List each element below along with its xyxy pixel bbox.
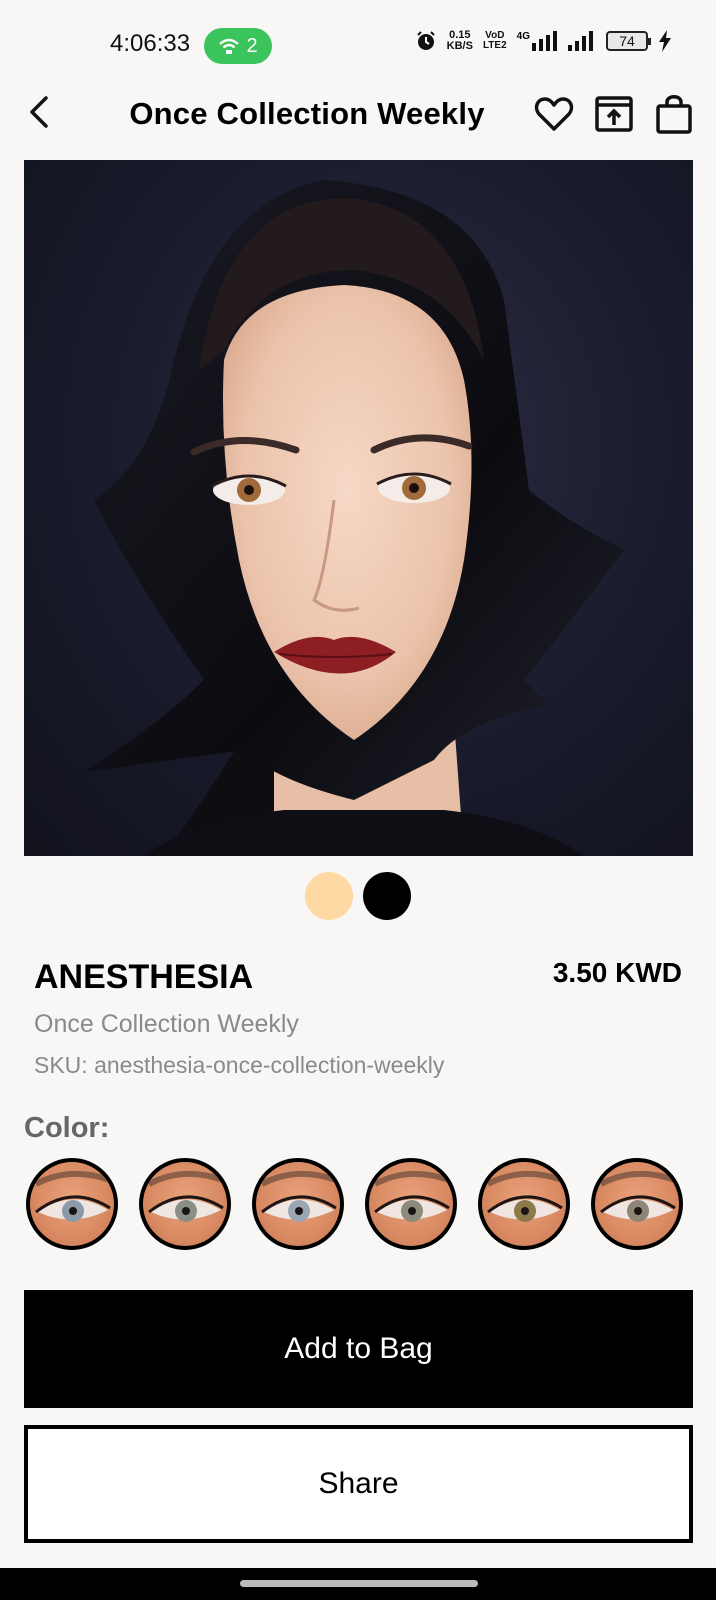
eye-swatch-image (486, 1170, 563, 1222)
color-label: Color: (24, 1112, 110, 1144)
gallery-dot-2[interactable] (363, 872, 411, 920)
charging-icon (659, 30, 671, 52)
eye-swatch-image (147, 1170, 224, 1222)
color-swatch[interactable] (365, 1158, 457, 1250)
product-name: ANESTHESIA (34, 958, 254, 996)
status-icons: 0.15 KB/S VoD LTE2 4G 74 (415, 30, 672, 52)
product-sku: SKU: anesthesia-once-collection-weekly (34, 1052, 445, 1078)
hotspot-count: 2 (246, 34, 258, 57)
heart-icon[interactable] (532, 92, 576, 136)
product-collection: Once Collection Weekly (34, 1010, 299, 1038)
signal-sim1: 4G (517, 31, 558, 51)
color-swatch[interactable] (26, 1158, 118, 1250)
model-portrait-image (84, 180, 624, 856)
network-type: 4G (516, 31, 530, 42)
volte-indicator: VoD LTE2 (483, 31, 507, 51)
hotspot-indicator: 2 (204, 28, 272, 64)
signal-bars-sim2-icon (568, 31, 593, 51)
color-swatch[interactable] (591, 1158, 683, 1250)
alarm-icon (416, 31, 435, 50)
share-button[interactable]: Share (24, 1425, 693, 1543)
gallery-dot-1[interactable] (305, 872, 353, 920)
gallery-dots (0, 872, 716, 920)
wifi-icon (219, 38, 240, 54)
shopping-bag-icon[interactable] (652, 92, 696, 136)
color-swatches (26, 1158, 683, 1250)
product-price: 3.50 KWD (552, 957, 682, 988)
eye-swatch-image (599, 1170, 676, 1222)
volte-bottom: LTE2 (482, 40, 507, 51)
eye-swatch-image (373, 1170, 450, 1222)
share-upload-icon[interactable] (592, 92, 636, 136)
color-swatch[interactable] (478, 1158, 570, 1250)
add-to-bag-button[interactable]: Add to Bag (24, 1290, 693, 1408)
color-swatch[interactable] (139, 1158, 231, 1250)
eye-swatch-image (34, 1170, 111, 1222)
color-swatch[interactable] (252, 1158, 344, 1250)
battery-level: 74 (619, 33, 635, 49)
net-speed-unit: KB/S (446, 40, 473, 52)
eye-swatch-image (260, 1170, 337, 1222)
net-speed: 0.15 KB/S (447, 30, 473, 52)
app-header: Once Collection Weekly (0, 80, 716, 152)
status-bar: 4:06:33 2 0.15 KB/S VoD LTE2 4G 74 (0, 0, 716, 80)
battery-indicator: 74 (606, 31, 651, 51)
home-gesture-handle[interactable] (240, 1580, 478, 1587)
product-image[interactable] (24, 160, 693, 856)
signal-bars-icon (532, 31, 557, 51)
page-title: Once Collection Weekly (129, 96, 485, 131)
status-time: 4:06:33 (110, 30, 191, 57)
